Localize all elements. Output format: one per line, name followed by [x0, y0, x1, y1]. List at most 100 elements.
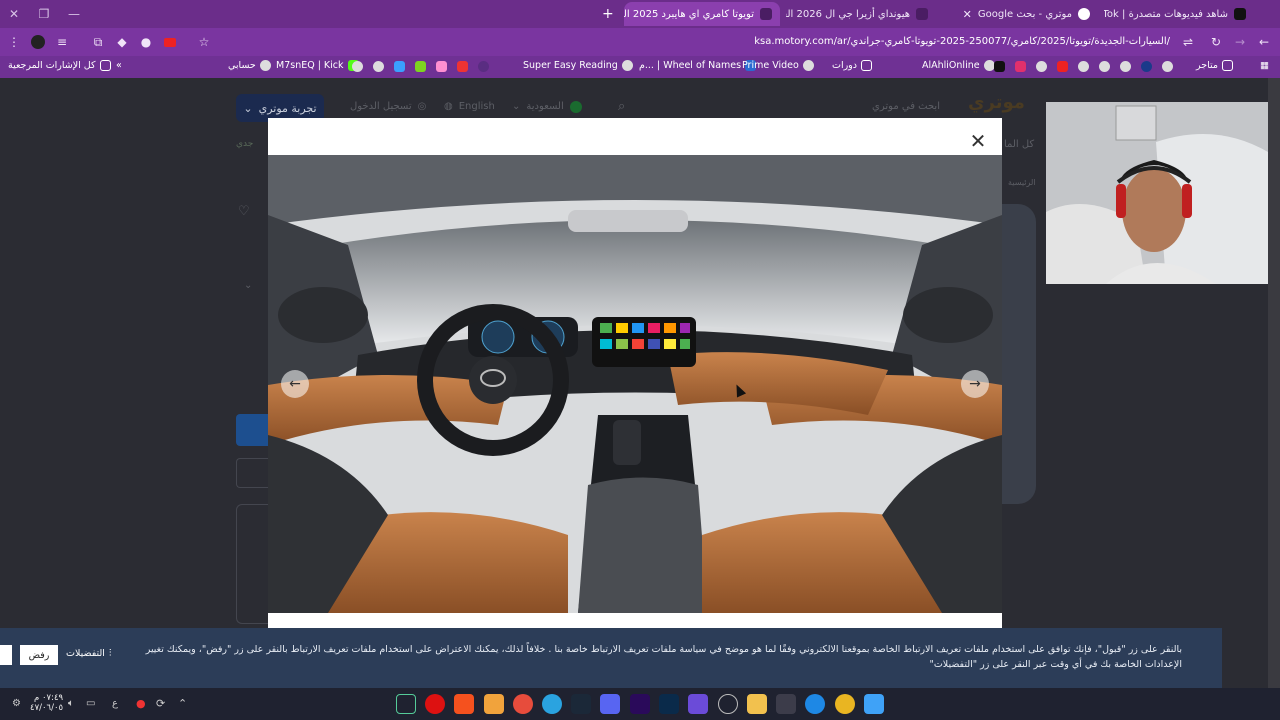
- bookmark-item[interactable]: AlAhliOnline: [922, 60, 995, 71]
- network-icon[interactable]: ▭: [86, 698, 95, 709]
- menu-dots-icon[interactable]: ⋮: [6, 34, 22, 50]
- nav-all-link[interactable]: كل الما: [1004, 139, 1034, 150]
- bookmark-item[interactable]: متاجر: [1196, 60, 1233, 71]
- app-icon[interactable]: [718, 694, 738, 714]
- tab-google[interactable]: موتري - بحث Google ✕: [948, 2, 1098, 26]
- app-icon[interactable]: [478, 61, 489, 72]
- next-image-arrow-icon[interactable]: →: [961, 370, 989, 398]
- photoshop-icon[interactable]: [659, 694, 679, 714]
- app-icon[interactable]: [1141, 61, 1152, 72]
- app-icon[interactable]: [394, 61, 405, 72]
- tab-tiktok[interactable]: شاهد فيديوهات متصدرة | TikTok ✕: [1104, 2, 1254, 26]
- close-tab-icon[interactable]: ✕: [963, 8, 972, 21]
- bookmark-item[interactable]: دورات: [832, 60, 872, 71]
- search-icon[interactable]: ⌕: [618, 99, 625, 114]
- bookmark-star-icon[interactable]: ☆: [196, 34, 212, 50]
- bookmark-label: Super Easy Reading: [523, 60, 618, 71]
- store-icon[interactable]: [776, 694, 796, 714]
- adobe-icon[interactable]: [457, 61, 468, 72]
- close-window-icon[interactable]: ✕: [0, 0, 28, 28]
- reject-button[interactable]: رفض: [20, 645, 58, 665]
- extension-icon[interactable]: ◆: [114, 34, 130, 50]
- search-input[interactable]: ابحث في موتري: [830, 101, 940, 112]
- bookmark-item[interactable]: Prime Video: [742, 60, 814, 71]
- telegram-icon[interactable]: [542, 694, 562, 714]
- volume-icon[interactable]: 🔈︎: [68, 698, 74, 709]
- more-bookmarks-icon[interactable]: »: [116, 60, 122, 71]
- all-bookmarks[interactable]: كل الإشارات المرجعية: [8, 60, 111, 71]
- globe-icon[interactable]: [1099, 61, 1110, 72]
- excel-icon[interactable]: [396, 694, 416, 714]
- restore-window-icon[interactable]: ❐: [30, 0, 58, 28]
- chrome-icon[interactable]: [835, 694, 855, 714]
- playlist-icon[interactable]: ≡: [54, 34, 70, 50]
- country-label: السعودية: [526, 101, 564, 112]
- language-switch[interactable]: ◍ English: [444, 101, 495, 112]
- close-modal-icon[interactable]: ✕: [968, 130, 988, 152]
- url-field[interactable]: ksa.motory.com/ar/السيارات-الجديدة/تويوت…: [700, 36, 1170, 47]
- windows-start-icon[interactable]: [864, 694, 884, 714]
- folder-icon: [861, 60, 872, 71]
- extension-icon[interactable]: ●: [138, 34, 154, 50]
- youtube-icon[interactable]: [1057, 61, 1068, 72]
- bookmark-item[interactable]: M7snEQ | Kick: [276, 60, 359, 71]
- favorite-heart-icon[interactable]: ♡: [238, 204, 250, 219]
- file-explorer-icon[interactable]: [747, 694, 767, 714]
- globe-icon[interactable]: [1162, 61, 1173, 72]
- tray-chevron-up-icon[interactable]: ⌃: [178, 697, 187, 710]
- input-language[interactable]: ع: [112, 698, 118, 709]
- secondary-action-button[interactable]: [236, 458, 268, 488]
- edge-icon[interactable]: [805, 694, 825, 714]
- instagram-icon[interactable]: [1015, 61, 1026, 72]
- steam-icon[interactable]: [571, 694, 591, 714]
- breadcrumb[interactable]: الرئيسية: [1008, 178, 1036, 187]
- youtube-ext-icon[interactable]: [162, 34, 178, 50]
- premiere-pro-icon[interactable]: [630, 694, 650, 714]
- globe-icon[interactable]: [373, 61, 384, 72]
- minimize-window-icon[interactable]: —: [60, 0, 88, 28]
- settings-tray-icon[interactable]: ⚙: [12, 698, 21, 709]
- previous-image-arrow-icon[interactable]: ←: [281, 370, 309, 398]
- accept-button-partial[interactable]: [0, 645, 12, 665]
- cta-label: تجربة موتري: [258, 101, 317, 115]
- microphone-icon[interactable]: ●: [136, 697, 146, 710]
- apps-grid-icon[interactable]: ▦: [1260, 60, 1269, 71]
- sync-icon[interactable]: ⟳: [156, 697, 165, 710]
- tab-hyundai[interactable]: هيونداي أزيرا جي ال 2026 الجديدة ✕: [786, 2, 936, 26]
- nav-new-link[interactable]: جدي: [236, 139, 253, 149]
- clock-time: ٠٧:٤٩ م: [34, 693, 64, 703]
- back-icon[interactable]: ←: [1256, 34, 1272, 50]
- globe-icon[interactable]: [1120, 61, 1131, 72]
- forward-icon[interactable]: →: [1232, 34, 1248, 50]
- scrollbar[interactable]: [1268, 78, 1280, 688]
- globe-icon[interactable]: [1078, 61, 1089, 72]
- bookmark-icons-row-2: [994, 61, 1173, 72]
- download-icon[interactable]: [415, 61, 426, 72]
- new-tab-button[interactable]: +: [602, 6, 614, 22]
- chevron-down-icon[interactable]: ⌄: [244, 280, 252, 291]
- app-icon[interactable]: [484, 694, 504, 714]
- bookmark-item[interactable]: حسابي: [228, 60, 271, 71]
- discord-icon[interactable]: [600, 694, 620, 714]
- globe-icon[interactable]: [352, 61, 363, 72]
- clock[interactable]: ٠٧:٤٩ م ٤٧/٠٦/٠٥: [30, 693, 63, 713]
- profile-icon[interactable]: [30, 34, 46, 50]
- image-icon[interactable]: [436, 61, 447, 72]
- app-icon[interactable]: [513, 694, 533, 714]
- tab-toyota-camry[interactable]: تويوتا كامري اي هايبرد 2025 الجديدة ✕: [624, 2, 780, 26]
- brave-icon[interactable]: [454, 694, 474, 714]
- country-select[interactable]: ⌄ السعودية: [512, 101, 582, 113]
- globe-icon[interactable]: [1036, 61, 1047, 72]
- motory-logo[interactable]: موتري: [968, 92, 1025, 113]
- site-settings-icon[interactable]: ⇌: [1180, 34, 1196, 50]
- bookmark-item[interactable]: Super Easy Reading: [523, 60, 633, 71]
- app-icon[interactable]: [688, 694, 708, 714]
- bookmark-item[interactable]: Wheel of Names | ...م: [639, 60, 757, 71]
- preferences-button[interactable]: التفضيلات ⫶: [66, 648, 111, 659]
- opera-gx-icon[interactable]: [425, 694, 445, 714]
- login-link[interactable]: تسجيل الدخول ◎: [350, 101, 426, 112]
- tiktok-icon[interactable]: [994, 61, 1005, 72]
- reload-icon[interactable]: ↻: [1208, 34, 1224, 50]
- primary-action-button[interactable]: [236, 414, 268, 446]
- extensions-icon[interactable]: ⧉: [90, 34, 106, 50]
